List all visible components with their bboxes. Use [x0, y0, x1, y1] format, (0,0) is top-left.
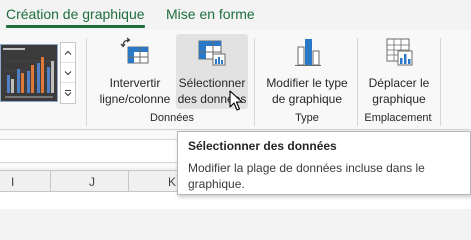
group-label-data: Données [149, 112, 195, 124]
mouse-pointer-icon [229, 90, 243, 111]
change-chart-type-button[interactable]: Modifier le type de graphique [260, 34, 354, 109]
group-label-location: Emplacement [364, 112, 432, 124]
column-header-j[interactable]: J [89, 175, 95, 189]
column-divider [50, 171, 51, 191]
chart-style-thumbnail-icon [1, 45, 57, 101]
column-divider [128, 171, 129, 191]
move-chart-label-line1: Déplacer le [368, 76, 430, 90]
move-chart-label-line2: graphique [372, 92, 426, 106]
active-tab-underline [6, 25, 145, 28]
gallery-scroll-up-button[interactable] [61, 43, 75, 63]
group-separator [86, 38, 87, 126]
switch-row-column-button[interactable]: Intervertir ligne/colonne [92, 34, 178, 109]
move-chart-button[interactable]: Déplacer le graphique [362, 34, 436, 109]
gallery-more-button[interactable] [61, 83, 75, 103]
group-label-type: Type [295, 112, 319, 124]
change-chart-type-label-line1: Modifier le type [266, 76, 348, 90]
more-chevron-icon [64, 89, 72, 97]
switch-row-column-label-line1: Intervertir [109, 76, 161, 90]
column-header-i[interactable]: I [11, 175, 14, 189]
group-separator [254, 38, 255, 126]
ribbon: Intervertir ligne/colonne Sélectionner d… [0, 30, 471, 130]
switch-row-column-icon [120, 37, 149, 64]
change-chart-type-label-line2: de graphique [271, 92, 343, 106]
chevron-up-icon [64, 50, 72, 55]
switch-row-column-label: Intervertir ligne/colonne [92, 75, 178, 107]
group-separator [440, 38, 441, 126]
move-chart-label: Déplacer le graphique [362, 75, 436, 107]
tooltip-body: Modifier la plage de données incluse dan… [188, 161, 425, 191]
tab-format[interactable]: Mise en forme [166, 6, 255, 22]
move-chart-icon [386, 38, 413, 66]
chart-style-gallery-item[interactable] [0, 44, 58, 102]
tooltip-title: Sélectionner des données [188, 139, 337, 153]
change-chart-type-icon [295, 39, 321, 66]
tab-chart-design[interactable]: Création de graphique [6, 6, 145, 22]
change-chart-type-label: Modifier le type de graphique [260, 75, 354, 107]
switch-row-column-label-line2: ligne/colonne [99, 92, 171, 106]
gallery-scroll [60, 42, 76, 104]
select-data-tooltip: Sélectionner des données Modifier la pla… [177, 131, 471, 195]
select-data-icon [198, 40, 226, 66]
ribbon-tabs: Création de graphique Mise en forme [0, 0, 471, 30]
gallery-scroll-down-button[interactable] [61, 63, 75, 83]
chevron-down-icon [64, 70, 72, 75]
column-header-k[interactable]: K [168, 175, 176, 189]
select-data-label-line1: Sélectionner [178, 76, 246, 90]
